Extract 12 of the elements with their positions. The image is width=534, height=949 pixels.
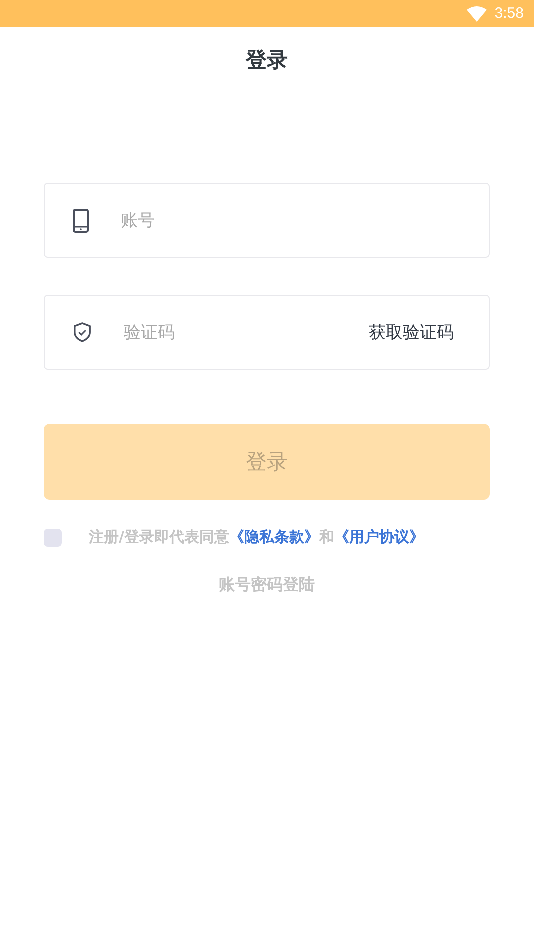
agreement-checkbox[interactable]	[44, 528, 62, 546]
agreement-text: 注册/登录即代表同意《隐私条款》和《用户协议》	[89, 528, 424, 547]
phone-icon	[73, 208, 89, 232]
verification-code-input[interactable]: 验证码	[122, 322, 369, 344]
agreement-link[interactable]: 《用户协议》	[334, 528, 424, 546]
account-input[interactable]: 账号	[119, 210, 454, 232]
get-code-button[interactable]: 获取验证码	[369, 321, 454, 344]
shield-check-icon	[73, 322, 92, 343]
agreement-link[interactable]: 《隐私条款》	[229, 528, 320, 546]
wifi-icon	[466, 6, 487, 22]
status-time: 3:58	[494, 5, 524, 22]
page-title: 登录	[246, 47, 288, 74]
